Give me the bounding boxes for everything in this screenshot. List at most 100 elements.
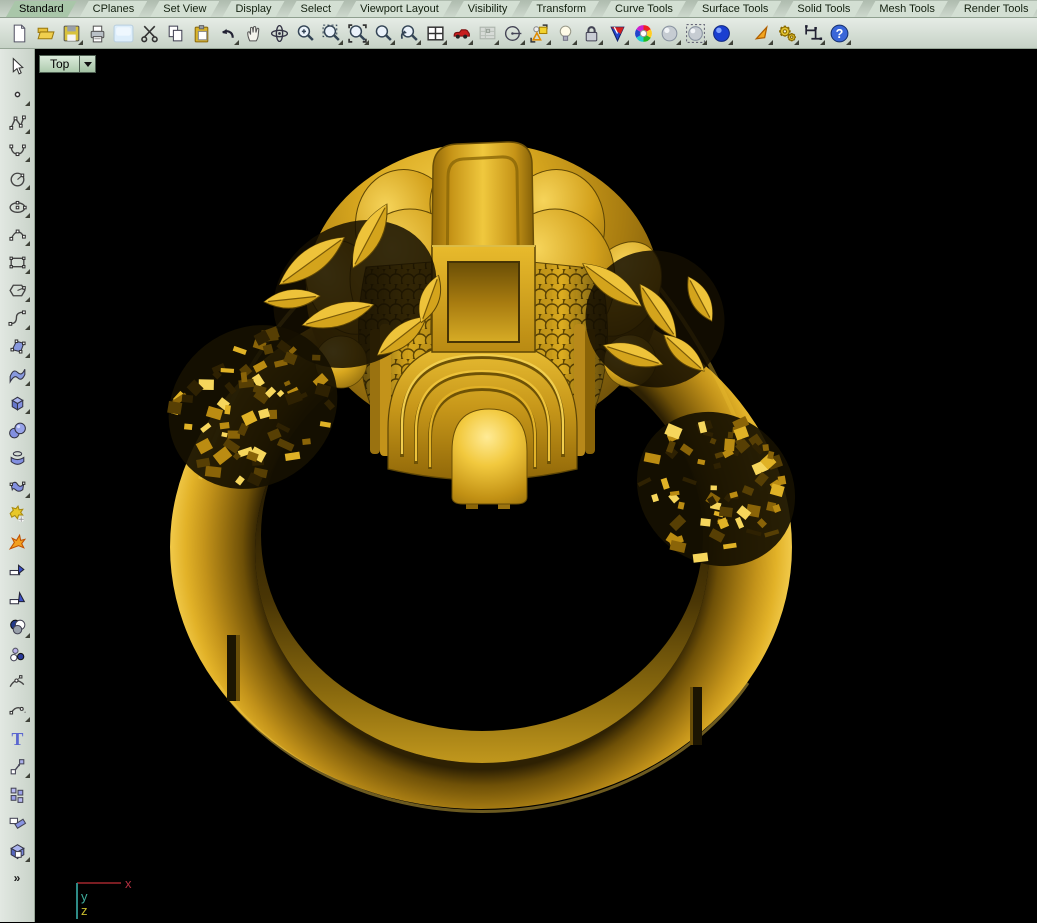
rotate-view-icon[interactable] bbox=[266, 20, 292, 46]
flyout-triangle-icon[interactable] bbox=[442, 40, 447, 45]
flyout-triangle-icon[interactable] bbox=[25, 129, 30, 134]
tab-cplanes[interactable]: CPlanes bbox=[80, 1, 148, 17]
flyout-triangle-icon[interactable] bbox=[624, 40, 629, 45]
ellipse-icon[interactable] bbox=[5, 195, 29, 217]
options-gears-icon[interactable] bbox=[774, 20, 800, 46]
tab-display[interactable]: Display bbox=[222, 1, 284, 17]
open-folder-icon[interactable] bbox=[32, 20, 58, 46]
flyout-triangle-icon[interactable] bbox=[820, 40, 825, 45]
new-file-icon[interactable] bbox=[6, 20, 32, 46]
flyout-triangle-icon[interactable] bbox=[25, 325, 30, 330]
extend-curve-icon[interactable] bbox=[5, 699, 29, 721]
undo-icon[interactable] bbox=[214, 20, 240, 46]
polygon-icon[interactable] bbox=[5, 279, 29, 301]
flyout-triangle-icon[interactable] bbox=[546, 40, 551, 45]
flyout-triangle-icon[interactable] bbox=[768, 40, 773, 45]
explode-icon[interactable] bbox=[5, 531, 29, 553]
spheres-icon[interactable] bbox=[5, 419, 29, 441]
trim-icon[interactable] bbox=[5, 559, 29, 581]
flyout-triangle-icon[interactable] bbox=[25, 157, 30, 162]
array-icon[interactable] bbox=[5, 783, 29, 805]
box-icon[interactable] bbox=[5, 391, 29, 413]
flyout-triangle-icon[interactable] bbox=[25, 269, 30, 274]
flyout-triangle-icon[interactable] bbox=[25, 185, 30, 190]
viewport-title-label[interactable]: Top bbox=[39, 55, 80, 73]
flyout-triangle-icon[interactable] bbox=[25, 493, 30, 498]
blend-curve-icon[interactable] bbox=[5, 307, 29, 329]
color-wheel-icon[interactable] bbox=[630, 20, 656, 46]
flyout-triangle-icon[interactable] bbox=[794, 40, 799, 45]
flyout-triangle-icon[interactable] bbox=[364, 40, 369, 45]
bulb-icon[interactable] bbox=[552, 20, 578, 46]
tab-surface-tools[interactable]: Surface Tools bbox=[689, 1, 781, 17]
orient-icon[interactable] bbox=[5, 811, 29, 833]
flyout-triangle-icon[interactable] bbox=[416, 40, 421, 45]
tab-solid-tools[interactable]: Solid Tools bbox=[784, 1, 863, 17]
flyout-triangle-icon[interactable] bbox=[25, 241, 30, 246]
split-icon[interactable] bbox=[5, 587, 29, 609]
flyout-triangle-icon[interactable] bbox=[234, 40, 239, 45]
handle-curve-icon[interactable] bbox=[5, 671, 29, 693]
flyout-triangle-icon[interactable] bbox=[25, 213, 30, 218]
rectangle-icon[interactable] bbox=[5, 251, 29, 273]
zoom-window-icon[interactable] bbox=[318, 20, 344, 46]
map-icon[interactable] bbox=[474, 20, 500, 46]
zoom-back-icon[interactable] bbox=[396, 20, 422, 46]
curve-through-points-icon[interactable] bbox=[5, 139, 29, 161]
tab-transform[interactable]: Transform bbox=[523, 1, 599, 17]
flyout-triangle-icon[interactable] bbox=[598, 40, 603, 45]
zoom-extents-icon[interactable] bbox=[344, 20, 370, 46]
object-props-icon[interactable] bbox=[526, 20, 552, 46]
render-sphere-window-icon[interactable] bbox=[682, 20, 708, 46]
flyout-triangle-icon[interactable] bbox=[846, 40, 851, 45]
flyout-triangle-icon[interactable] bbox=[25, 353, 30, 358]
tab-viewport-layout[interactable]: Viewport Layout bbox=[347, 1, 452, 17]
control-point-curve-icon[interactable] bbox=[5, 111, 29, 133]
tab-set-view[interactable]: Set View bbox=[150, 1, 219, 17]
tab-curve-tools[interactable]: Curve Tools bbox=[602, 1, 686, 17]
flyout-triangle-icon[interactable] bbox=[25, 633, 30, 638]
surface-corner-points-icon[interactable] bbox=[5, 335, 29, 357]
copy-icon[interactable] bbox=[162, 20, 188, 46]
flyout-triangle-icon[interactable] bbox=[728, 40, 733, 45]
tab-visibility[interactable]: Visibility bbox=[455, 1, 521, 17]
print-icon[interactable] bbox=[84, 20, 110, 46]
boolean-union-icon[interactable] bbox=[5, 503, 29, 525]
pan-hand-icon[interactable] bbox=[240, 20, 266, 46]
patch-surface-icon[interactable] bbox=[5, 475, 29, 497]
flyout-triangle-icon[interactable] bbox=[572, 40, 577, 45]
cplane-icon[interactable] bbox=[500, 20, 526, 46]
render-sphere-icon[interactable] bbox=[656, 20, 682, 46]
car-icon[interactable] bbox=[448, 20, 474, 46]
color-swatch-icon[interactable] bbox=[110, 20, 136, 46]
help-icon[interactable]: ? bbox=[826, 20, 852, 46]
flyout-triangle-icon[interactable] bbox=[390, 40, 395, 45]
flyout-triangle-icon[interactable] bbox=[494, 40, 499, 45]
viewport-title-menu[interactable] bbox=[80, 55, 96, 73]
solid-union-icon[interactable] bbox=[5, 839, 29, 861]
zoom-icon[interactable] bbox=[292, 20, 318, 46]
select-arrow-icon[interactable] bbox=[5, 55, 29, 77]
curved-surface-icon[interactable] bbox=[5, 363, 29, 385]
text-icon[interactable]: T bbox=[5, 727, 29, 749]
flyout-triangle-icon[interactable] bbox=[25, 297, 30, 302]
flyout-triangle-icon[interactable] bbox=[25, 717, 30, 722]
flyout-triangle-icon[interactable] bbox=[650, 40, 655, 45]
lock-icon[interactable] bbox=[578, 20, 604, 46]
save-icon[interactable] bbox=[58, 20, 84, 46]
shaded-sphere-icon[interactable] bbox=[708, 20, 734, 46]
flyout-triangle-icon[interactable] bbox=[25, 101, 30, 106]
arc-icon[interactable] bbox=[5, 223, 29, 245]
circle-icon[interactable] bbox=[5, 167, 29, 189]
render-icon[interactable] bbox=[604, 20, 630, 46]
move-icon[interactable] bbox=[5, 755, 29, 777]
flyout-triangle-icon[interactable] bbox=[702, 40, 707, 45]
point-icon[interactable] bbox=[5, 83, 29, 105]
dimension-icon[interactable] bbox=[800, 20, 826, 46]
viewport-layout-icon[interactable] bbox=[422, 20, 448, 46]
paste-icon[interactable] bbox=[188, 20, 214, 46]
viewport-title[interactable]: Top bbox=[39, 55, 96, 73]
flyout-triangle-icon[interactable] bbox=[676, 40, 681, 45]
flyout-triangle-icon[interactable] bbox=[25, 381, 30, 386]
flyout-triangle-icon[interactable] bbox=[78, 40, 83, 45]
